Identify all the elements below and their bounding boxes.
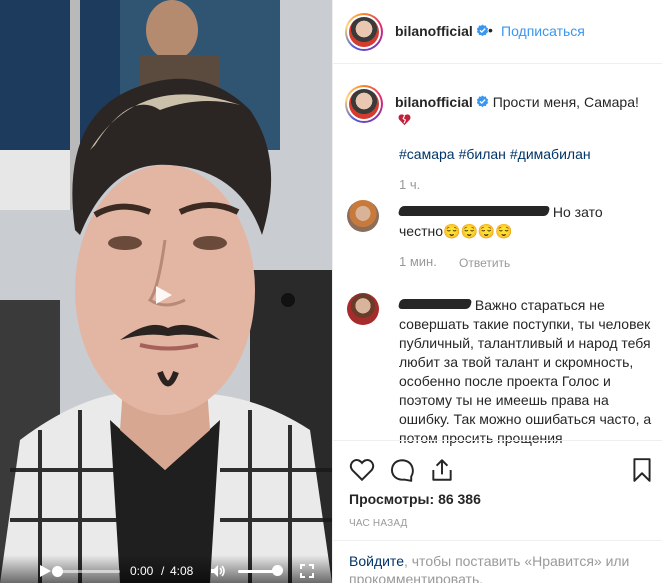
caption-avatar[interactable] (345, 85, 383, 123)
comment-text: честно😌😌😌😌 (399, 223, 513, 239)
separator-dot: • (488, 22, 493, 38)
comment: Важно стараться не совершать такие посту… (397, 296, 654, 448)
volume-handle[interactable] (272, 565, 283, 576)
comment-icon[interactable] (389, 457, 415, 483)
author: bilanofficial (395, 23, 489, 41)
play-icon[interactable] (38, 564, 52, 578)
post-sidebar: bilanofficial • Подписаться bilanofficia… (332, 0, 662, 583)
comment-text: Важно стараться не совершать такие посту… (399, 297, 652, 446)
caption: bilanofficial Прости меня, Самара! (395, 93, 655, 111)
share-icon[interactable] (429, 457, 455, 483)
seek-bar[interactable] (52, 566, 120, 577)
views-label: Просмотры: (349, 491, 435, 507)
comment-time: 1 мин. (399, 254, 437, 269)
avatar[interactable] (345, 13, 383, 51)
volume-icon[interactable] (210, 564, 226, 578)
caption-text: Прости меня, Самара! (492, 94, 639, 110)
login-link[interactable]: Войдите (349, 553, 404, 569)
video-controls: 0:00 / 4:08 (0, 555, 332, 583)
broken-heart-icon (398, 114, 411, 126)
video-player[interactable]: 0:00 / 4:08 (0, 0, 332, 583)
play-overlay-icon[interactable] (151, 283, 175, 307)
login-prompt: Войдите, чтобы поставить «Нравится» или … (349, 552, 649, 583)
hashtag-link[interactable]: #самара (399, 146, 455, 162)
seek-handle[interactable] (52, 566, 63, 577)
comment-avatar[interactable] (347, 293, 379, 325)
caption-username[interactable]: bilanofficial (395, 94, 473, 110)
views-value: 86 386 (438, 491, 481, 507)
post-header: bilanofficial • Подписаться (333, 0, 662, 64)
hashtag-link[interactable]: #билан (459, 146, 506, 162)
hashtag-link[interactable]: #димабилан (510, 146, 591, 162)
verified-badge-icon (476, 24, 488, 37)
fullscreen-icon[interactable] (300, 564, 314, 578)
reply-button[interactable]: Ответить (459, 256, 510, 270)
time-separator: / (161, 564, 165, 578)
redacted-username (397, 206, 551, 216)
current-time: 0:00 (130, 564, 154, 578)
bookmark-icon[interactable] (629, 457, 655, 483)
comment-avatar[interactable] (347, 200, 379, 232)
comment: Но зато честно😌😌😌😌 (397, 203, 654, 241)
divider (333, 540, 662, 541)
verified-badge-icon (476, 95, 488, 108)
views-count: Просмотры: 86 386 (349, 491, 481, 507)
post-actions: Просмотры: 86 386 ЧАС НАЗАД Войдите, что… (333, 440, 662, 583)
comment-text: Но зато (552, 204, 603, 220)
caption-time[interactable]: 1 ч. (399, 177, 420, 192)
username-link[interactable]: bilanofficial (395, 23, 473, 39)
heart-icon[interactable] (349, 457, 375, 483)
follow-button[interactable]: Подписаться (501, 23, 585, 39)
duration: 4:08 (170, 564, 194, 578)
hashtags: #самара #билан #димабилан (399, 146, 595, 162)
post-time: ЧАС НАЗАД (349, 518, 408, 529)
redacted-username (397, 299, 473, 309)
